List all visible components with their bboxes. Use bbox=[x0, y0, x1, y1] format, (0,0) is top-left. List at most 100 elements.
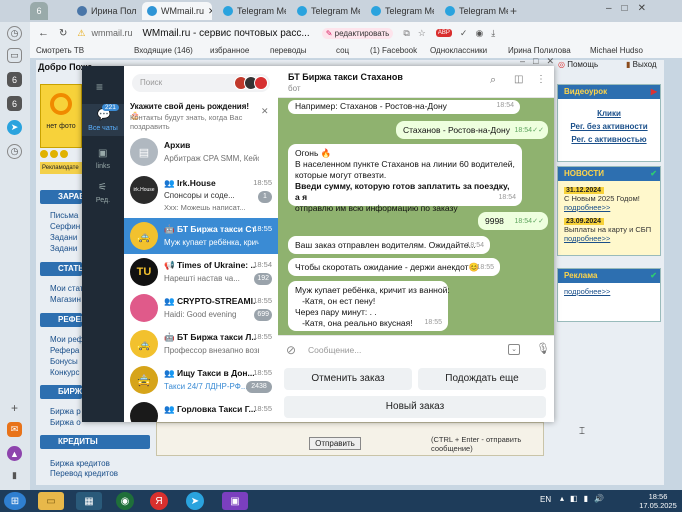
menu-link[interactable]: Мои реф bbox=[50, 335, 83, 344]
menu-link[interactable]: Задани bbox=[50, 233, 77, 242]
tray-icons[interactable]: ▴◧▮🔊 bbox=[560, 494, 610, 503]
folder-links[interactable]: ▣ links bbox=[82, 146, 124, 176]
more-icon[interactable]: ⋮ bbox=[536, 74, 546, 85]
menu-link[interactable]: Биржа о bbox=[50, 418, 81, 427]
chat-item[interactable]: 🚖 👥 Ищу Такси в Дон... Такси 24/7 ЛДНР-Р… bbox=[124, 362, 278, 398]
share-icon[interactable]: ⧉ bbox=[403, 28, 409, 39]
microphone-icon[interactable]: 🎙 bbox=[536, 342, 550, 355]
video-link[interactable]: Клики bbox=[558, 109, 660, 118]
extension-icon[interactable]: ✓ bbox=[460, 28, 468, 39]
edit-link[interactable]: ✎ редактировать bbox=[321, 27, 394, 39]
send-button[interactable]: Отправить bbox=[309, 437, 361, 450]
menu-link[interactable]: Задани bbox=[50, 244, 77, 253]
menu-link[interactable]: Бонусы bbox=[50, 357, 78, 366]
menu-link[interactable]: Серфин bbox=[50, 222, 80, 231]
section-exchange[interactable]: БИРЖ bbox=[40, 385, 82, 399]
folder-edit[interactable]: ⚟ Ред. bbox=[82, 180, 124, 210]
video-link[interactable]: Рег. без активности bbox=[558, 122, 660, 131]
add-icon[interactable]: + bbox=[7, 400, 22, 415]
tab-telegram-1[interactable]: Telegram Me bbox=[218, 2, 286, 20]
counter-icon[interactable]: 6 bbox=[7, 96, 22, 111]
new-order-button[interactable]: Новый заказ bbox=[284, 396, 546, 418]
alice-icon[interactable]: ▲ bbox=[7, 446, 22, 461]
menu-link[interactable]: Биржа кредитов bbox=[50, 459, 110, 468]
stories-avatars[interactable] bbox=[234, 76, 268, 90]
start-icon[interactable]: ⊞ bbox=[4, 492, 26, 510]
play-icon[interactable]: ▶ bbox=[651, 85, 657, 99]
bookmark-item[interactable]: соц bbox=[336, 46, 349, 55]
bookmark-item[interactable]: избранное bbox=[210, 46, 249, 55]
chat-archive[interactable]: ▤ Архив Арбитраж CPA SMM, Кейсы ... bbox=[124, 134, 278, 170]
tab-telegram-4[interactable]: Telegram Me bbox=[440, 2, 508, 20]
counter-icon[interactable]: 6 bbox=[7, 72, 22, 87]
tab-telegram-2[interactable]: Telegram Me bbox=[292, 2, 360, 20]
mail-icon[interactable]: ✉ bbox=[7, 422, 22, 437]
telegram-window-controls[interactable]: –□✕ bbox=[520, 56, 562, 67]
tab-telegram-3[interactable]: Telegram Me bbox=[366, 2, 434, 20]
url-field[interactable]: wmmail.ru bbox=[91, 28, 132, 38]
ads-more-link[interactable]: подробнее>> bbox=[564, 287, 660, 296]
bookmarks-icon[interactable]: ▭ bbox=[7, 48, 22, 63]
window-controls[interactable]: –□✕ bbox=[606, 3, 656, 14]
news-more-link[interactable]: подробнее>> bbox=[564, 234, 660, 243]
clock[interactable]: 18:56 17.05.2025 bbox=[638, 492, 678, 510]
bookmark-item[interactable]: Смотреть ТВ bbox=[36, 46, 84, 55]
chat-item[interactable]: 👥 CRYPTO-STREAMI... Haidi: Good evening … bbox=[124, 290, 278, 326]
menu-link[interactable]: Конкурс bbox=[50, 368, 79, 377]
avatar[interactable]: нет фото bbox=[40, 84, 82, 148]
exit-link[interactable]: ▮ Выход bbox=[626, 60, 657, 69]
downloads-icon[interactable]: ⤓ bbox=[491, 28, 495, 39]
menu-link[interactable]: Мои стат bbox=[50, 284, 83, 293]
bookmark-item[interactable]: Ирина Полилова bbox=[508, 46, 571, 55]
tab-wmmail[interactable]: WMmail.ru ✕ bbox=[142, 2, 212, 20]
chat-item[interactable]: 👥 Горловка Такси Г... 18:55 bbox=[124, 398, 278, 422]
bookmark-item[interactable]: Одноклассники bbox=[430, 46, 487, 55]
extension-icon[interactable]: ◉ bbox=[475, 28, 483, 39]
attach-icon[interactable]: ⊘ bbox=[286, 343, 296, 357]
sidebar-toggle-icon[interactable]: ◫ bbox=[514, 74, 523, 85]
bookmark-item[interactable]: (1) Facebook bbox=[370, 46, 417, 55]
menu-link[interactable]: Биржа р bbox=[50, 407, 81, 416]
history-icon[interactable]: ◷ bbox=[7, 26, 22, 41]
cancel-order-button[interactable]: Отменить заказ bbox=[284, 368, 412, 390]
clock-icon[interactable]: ◷ bbox=[7, 144, 22, 159]
section-credits[interactable]: КРЕДИТЫ bbox=[40, 435, 150, 449]
menu-icon[interactable]: ≡ bbox=[96, 80, 103, 94]
menu-link[interactable]: Письма bbox=[50, 211, 78, 220]
panel-toggle-icon[interactable]: ▮ bbox=[7, 468, 22, 483]
chrome-icon[interactable]: ◉ bbox=[116, 492, 134, 510]
bookmark-star-icon[interactable]: ☆ bbox=[418, 28, 426, 39]
chat-item[interactable]: 🚕 🤖 БТ Биржа такси Л... Профессор внезап… bbox=[124, 326, 278, 362]
new-tab-button[interactable]: + bbox=[510, 4, 517, 18]
menu-link[interactable]: Рефера bbox=[50, 346, 79, 355]
tab-counter[interactable]: 6 bbox=[30, 2, 48, 20]
section-referrals[interactable]: РЕФЕР bbox=[40, 313, 86, 327]
news-more-link[interactable]: подробнее>> bbox=[564, 203, 660, 212]
page-title-in-bar[interactable]: WMmail.ru - сервис почтовых расс... bbox=[142, 28, 309, 39]
bookmark-item[interactable]: Входящие (146) bbox=[134, 46, 193, 55]
menu-link[interactable]: Перевод кредитов bbox=[50, 469, 118, 478]
chat-title[interactable]: БТ Биржа такси Стаханов bbox=[288, 72, 403, 82]
close-icon[interactable]: ✕ bbox=[208, 6, 212, 17]
menu-link[interactable]: Магазин bbox=[50, 295, 81, 304]
wait-more-button[interactable]: Подождать еще bbox=[418, 368, 546, 390]
message-input[interactable]: Сообщение... bbox=[308, 345, 361, 355]
adblock-icon[interactable]: ABP bbox=[435, 29, 452, 37]
video-link[interactable]: Рег. с активностью bbox=[558, 135, 660, 144]
app-icon[interactable]: ▣ bbox=[222, 492, 248, 510]
section-earn[interactable]: ЗАРАБ bbox=[40, 190, 85, 204]
help-link[interactable]: ◎ Помощь bbox=[558, 60, 598, 69]
bookmark-item[interactable]: Michael Hudso bbox=[590, 46, 643, 55]
yandex-icon[interactable]: Я bbox=[150, 492, 168, 510]
search-icon[interactable]: ⌕ bbox=[490, 74, 496, 87]
bot-keyboard-icon[interactable]: ⌄ bbox=[508, 344, 520, 355]
refresh-icon[interactable]: ↻ bbox=[59, 28, 67, 39]
back-icon[interactable]: ← bbox=[38, 27, 49, 39]
language-indicator[interactable]: EN bbox=[540, 495, 551, 504]
chat-item[interactable]: irk.House 👥 Irk.House Спонсоры и соде...… bbox=[124, 172, 278, 214]
folder-all-chats[interactable]: 💬 221 Все чаты bbox=[82, 104, 124, 136]
explorer-icon[interactable]: ▭ bbox=[38, 492, 64, 510]
chat-item-selected[interactable]: 🚕 🤖 БТ Биржа такси Ст... Муж купает ребё… bbox=[124, 218, 278, 254]
close-icon[interactable]: ✕ bbox=[261, 106, 269, 117]
chat-item[interactable]: TU 📢 Times of Ukraine: ... Нарешті наста… bbox=[124, 254, 278, 290]
